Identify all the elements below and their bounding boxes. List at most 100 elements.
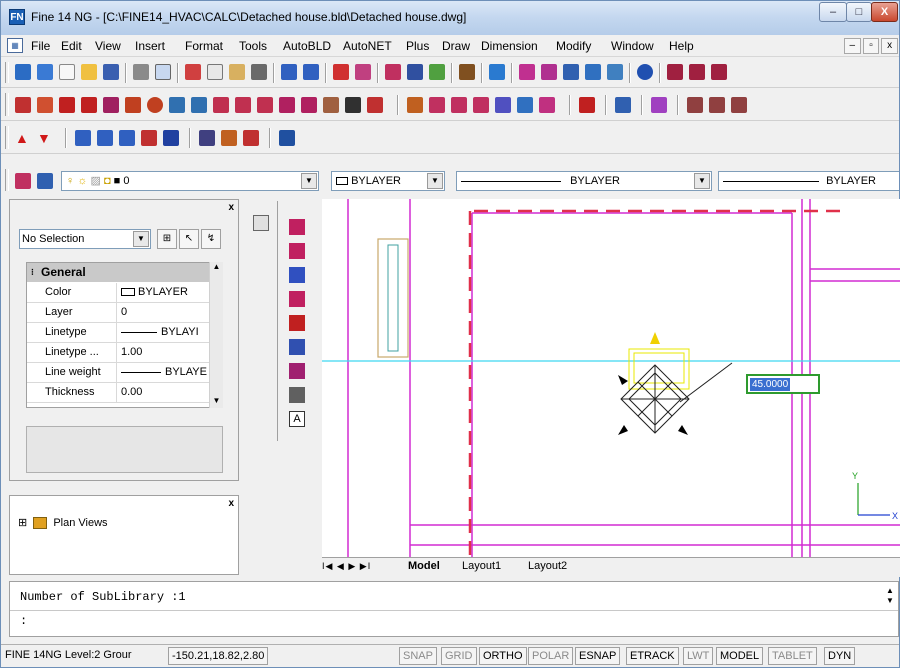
arrow-up-icon[interactable]: ▲ <box>15 130 31 146</box>
bld-new-icon[interactable] <box>15 64 31 80</box>
print-icon[interactable] <box>133 64 149 80</box>
command-scrollbar[interactable]: ▲ ▼ <box>884 586 896 608</box>
pipe-tool-2-icon[interactable] <box>289 243 305 259</box>
status-polar-button[interactable]: POLAR <box>528 647 574 665</box>
hvac-tool-24-icon[interactable] <box>539 97 555 113</box>
property-row[interactable]: Line weight BYLAYE <box>27 363 213 383</box>
status-tablet-button[interactable]: TABLET <box>768 647 817 665</box>
hvac-tool-10-icon[interactable] <box>213 97 229 113</box>
mdi-minimize-button[interactable]: – <box>844 38 861 54</box>
property-row[interactable]: Linetype ... 1.00 <box>27 343 213 363</box>
pipe-tool-5-icon[interactable] <box>289 315 305 331</box>
property-value[interactable]: BYLAYER <box>118 283 213 302</box>
hvac-tool-15-icon[interactable] <box>323 97 339 113</box>
menu-draw[interactable]: Draw <box>442 39 470 53</box>
save-icon[interactable] <box>103 64 119 80</box>
hvac-tool-2-icon[interactable] <box>37 97 53 113</box>
brush-icon[interactable] <box>459 64 475 80</box>
rotate-icon[interactable] <box>147 97 163 113</box>
dynamic-input-value[interactable]: 45.0000 <box>750 378 791 391</box>
toggle-pickadd-button[interactable]: ⊞ <box>157 229 177 249</box>
document-icon[interactable]: ▦ <box>7 38 23 53</box>
close-icon[interactable]: x <box>228 498 234 509</box>
zoom-extents-icon[interactable] <box>563 64 579 80</box>
hvac-tool-28-icon[interactable] <box>687 97 703 113</box>
zoom-in-icon[interactable] <box>585 64 601 80</box>
tree-item-plan-views[interactable]: ⊞ Plan Views <box>18 516 108 530</box>
pan-icon[interactable] <box>489 64 505 80</box>
properties-scrollbar[interactable]: ▲ ▼ <box>209 262 223 408</box>
hvac-extra-9-icon[interactable] <box>279 130 295 146</box>
tab-model[interactable]: Model <box>408 560 440 572</box>
hvac-extra-2-icon[interactable] <box>97 130 113 146</box>
menu-edit[interactable]: Edit <box>61 39 82 53</box>
collapse-icon[interactable]: ⁝ <box>31 268 38 277</box>
mdi-close-button[interactable]: x <box>881 38 899 54</box>
hvac-tool-3-icon[interactable] <box>59 97 75 113</box>
hvac-extra-5-icon[interactable] <box>163 130 179 146</box>
ray-tool-icon[interactable] <box>711 64 727 80</box>
hvac-tool-26-icon[interactable] <box>615 97 631 113</box>
report-icon[interactable] <box>355 64 371 80</box>
hvac-tool-23-icon[interactable] <box>517 97 533 113</box>
property-value[interactable]: BYLAYI <box>118 323 213 342</box>
hvac-extra-3-icon[interactable] <box>119 130 135 146</box>
hvac-tool-9-icon[interactable] <box>191 97 207 113</box>
hvac-extra-6-icon[interactable] <box>199 130 215 146</box>
property-value[interactable]: 0.00 <box>118 383 213 402</box>
hvac-tool-8-icon[interactable] <box>169 97 185 113</box>
status-dyn-button[interactable]: DYN <box>824 647 856 665</box>
open-folder-icon[interactable] <box>81 64 97 80</box>
hvac-tool-19-icon[interactable] <box>429 97 445 113</box>
hvac-tool-30-icon[interactable] <box>731 97 747 113</box>
minimize-button[interactable]: – <box>819 2 847 22</box>
hvac-tool-21-icon[interactable] <box>473 97 489 113</box>
toolbar-grip[interactable] <box>5 93 9 116</box>
property-row[interactable]: Layer 0 <box>27 303 213 323</box>
pipe-tool-8-icon[interactable] <box>289 387 305 403</box>
layer-previous-icon[interactable] <box>37 173 53 189</box>
hvac-tool-14-icon[interactable] <box>301 97 317 113</box>
chevron-down-icon[interactable]: ▼ <box>133 231 149 247</box>
print-preview-icon[interactable] <box>155 64 171 80</box>
lineweight-dropdown[interactable]: BYLAYER <box>718 171 899 191</box>
tab-layout2[interactable]: Layout2 <box>528 560 567 572</box>
chevron-down-icon[interactable]: ▼ <box>694 173 710 189</box>
property-row[interactable]: Linetype BYLAYI <box>27 323 213 343</box>
quick-select-button[interactable]: ↯ <box>201 229 221 249</box>
block-library-icon[interactable] <box>253 215 269 231</box>
hvac-extra-4-icon[interactable] <box>141 130 157 146</box>
zoom-previous-icon[interactable] <box>607 64 623 80</box>
status-grid-button[interactable]: GRID <box>441 647 477 665</box>
status-lwt-button[interactable]: LWT <box>683 647 714 665</box>
match-properties-icon[interactable] <box>251 64 267 80</box>
pipe-tool-4-icon[interactable] <box>289 291 305 307</box>
hvac-tool-20-icon[interactable] <box>451 97 467 113</box>
layer-manager-icon[interactable] <box>15 173 31 189</box>
toolbar-grip[interactable] <box>5 62 9 83</box>
toolbar-grip[interactable] <box>5 169 9 191</box>
scroll-down-icon[interactable]: ▼ <box>211 396 222 405</box>
hvac-tool-13-icon[interactable] <box>279 97 295 113</box>
menu-file[interactable]: File <box>31 39 50 53</box>
new-file-icon[interactable] <box>59 64 75 80</box>
hvac-extra-1-icon[interactable] <box>75 130 91 146</box>
tab-layout1[interactable]: Layout1 <box>462 560 501 572</box>
hvac-tool-27-icon[interactable] <box>651 97 667 113</box>
cut-icon[interactable] <box>185 64 201 80</box>
text-tool-icon[interactable]: A <box>289 411 305 427</box>
arrow-down-icon[interactable]: ▼ <box>37 130 53 146</box>
command-prompt[interactable]: : <box>20 614 27 628</box>
paste-icon[interactable] <box>229 64 245 80</box>
hvac-tool-5-icon[interactable] <box>103 97 119 113</box>
status-esnap-button[interactable]: ESNAP <box>575 647 621 665</box>
pencil-icon[interactable] <box>385 64 401 80</box>
ruler-icon[interactable] <box>429 64 445 80</box>
section-header-general[interactable]: ⁝ General <box>27 263 213 282</box>
xline-tool-icon[interactable] <box>689 64 705 80</box>
zoom-realtime-icon[interactable] <box>519 64 535 80</box>
hvac-extra-8-icon[interactable] <box>243 130 259 146</box>
maximize-button[interactable]: □ <box>846 2 872 22</box>
scroll-up-icon[interactable]: ▲ <box>210 262 223 271</box>
pipe-tool-3-icon[interactable] <box>289 267 305 283</box>
